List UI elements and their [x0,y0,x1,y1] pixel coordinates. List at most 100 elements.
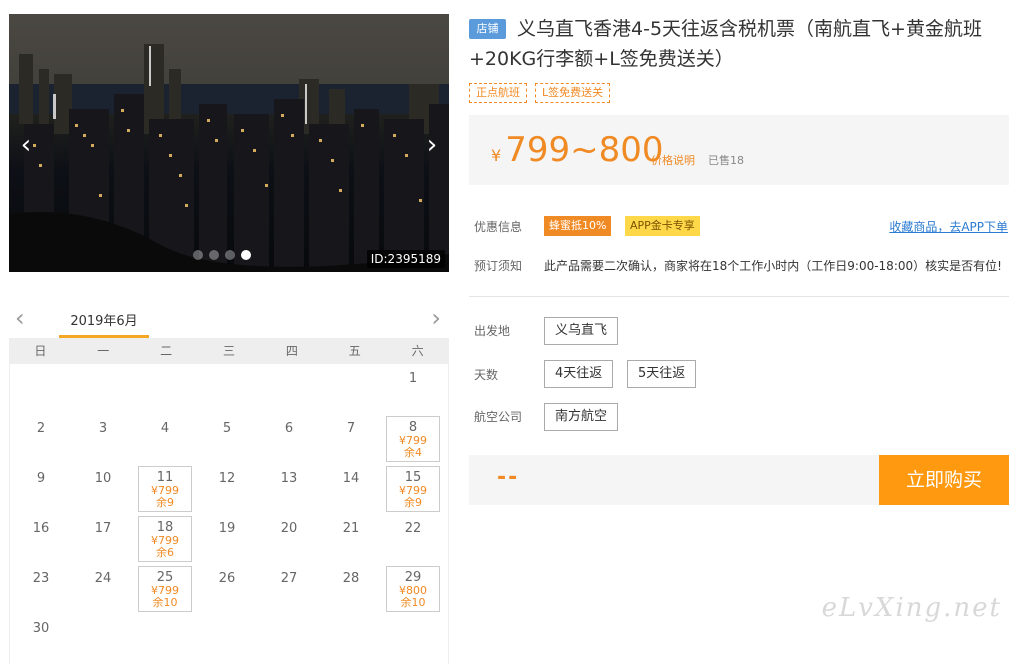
calendar-day-available[interactable]: 8 ¥799 余4 [386,416,440,462]
weekday-wed: 三 [222,344,235,358]
chevron-right-icon[interactable]: › [431,304,441,332]
departure-option[interactable]: 义乌直飞 [544,317,619,345]
chevron-left-icon[interactable]: ‹ [15,304,25,332]
calendar-empty-cell [72,364,134,414]
calendar-day-available[interactable]: 25 ¥799 余10 [138,566,192,612]
booking-notice: 此产品需要二次确认，商家将在18个工作小时内（工作日9:00-18:00）核实是… [544,259,1002,273]
day-number: 16 [32,521,50,536]
day-number: 28 [342,571,360,586]
weekday-sat: 六 [411,344,424,358]
days-option-4[interactable]: 4天往返 [544,360,614,388]
promo-badge-honey: 蜂蜜抵10% [544,216,612,236]
calendar-grid: 1 2 3 4 5 6 7 8 ¥799 余4 9 10 11 ¥799 余9 12 13 14 15 ¥799 余9 1… [9,364,449,664]
day-remaining: 余10 [152,596,178,609]
day-number: 10 [94,471,112,486]
day-number: 30 [32,621,50,636]
day-number: 4 [160,421,170,436]
day-number: 14 [342,471,360,486]
carousel-dot[interactable] [209,250,219,260]
calendar-day: 5 [196,414,258,464]
promo-label: 优惠信息 [474,220,523,234]
day-number [72,364,134,372]
calendar-month-tab[interactable]: 2019年6月 [59,310,149,329]
carousel-dot[interactable] [225,250,235,260]
buy-bar: -- 立即购买 [469,455,1009,505]
day-number: 5 [222,421,232,436]
day-number: 11 [156,470,174,485]
calendar-empty-cell [258,364,320,414]
carousel-dot[interactable] [193,250,203,260]
calendar-day-available[interactable]: 18 ¥799 余6 [138,516,192,562]
price-note-link[interactable]: 价格说明 [651,152,695,168]
calendar-day: 7 [320,414,382,464]
day-number [10,364,72,372]
calendar-day: 6 [258,414,320,464]
departure-label: 出发地 [474,324,511,338]
calendar-day: 24 [72,564,134,614]
day-number: 26 [218,571,236,586]
day-number: 19 [218,521,236,536]
calendar-day-available[interactable]: 15 ¥799 余9 [386,466,440,512]
calendar-day: 19 [196,514,258,564]
calendar-day: 28 [320,564,382,614]
day-number: 17 [94,521,112,536]
weekday-header: 日 一 二 三 四 五 六 [9,338,449,364]
airline-option[interactable]: 南方航空 [544,403,619,431]
day-remaining: 余9 [156,496,174,509]
sold-count: 已售18 [708,154,744,167]
day-number: 13 [280,471,298,486]
product-hero-image[interactable]: ‹ › ID:2395189 [9,14,449,272]
day-number: 9 [36,471,46,486]
day-number: 24 [94,571,112,586]
day-number: 23 [32,571,50,586]
day-number: 3 [98,421,108,436]
calendar-day: 13 [258,464,320,514]
weekday-tue: 二 [160,344,173,358]
day-number: 29 [404,570,422,585]
calendar-day: 9 [10,464,72,514]
promo-badge-app: APP金卡专享 [625,216,700,236]
calendar-day: 4 [134,414,196,464]
calendar-day: 10 [72,464,134,514]
day-number: 27 [280,571,298,586]
buy-now-button[interactable]: 立即购买 [879,455,1009,505]
product-tags: 正点航班 L签免费送关 [469,83,611,103]
day-number [134,364,196,372]
day-number [258,364,320,372]
calendar-empty-cell [10,364,72,414]
calendar-day: 30 [10,614,72,664]
carousel-dot-active[interactable] [241,250,251,260]
calendar-day-available[interactable]: 11 ¥799 余9 [138,466,192,512]
calendar-header: ‹ 2019年6月 › [9,300,449,338]
calendar-empty-cell [320,364,382,414]
calendar-day: 16 [10,514,72,564]
calendar-day: 26 [196,564,258,614]
tag-on-time: 正点航班 [469,83,527,103]
carousel-dots [193,250,251,260]
day-number: 21 [342,521,360,536]
calendar-day: 23 [10,564,72,614]
day-number: 22 [404,521,422,536]
currency-symbol: ¥ [491,146,502,165]
day-number: 8 [408,420,418,435]
calendar-day-available[interactable]: 29 ¥800 余10 [386,566,440,612]
calendar-day: 21 [320,514,382,564]
weekday-mon: 一 [97,344,110,358]
day-number: 2 [36,421,46,436]
price-value: 799~800 [505,130,664,170]
day-number [196,364,258,372]
day-number: 25 [156,570,174,585]
calendar-day: 17 [72,514,134,564]
date-calendar: ‹ 2019年6月 › 日 一 二 三 四 五 六 1 2 3 4 5 6 7 8 ¥799 余4… [9,300,449,664]
calendar-empty-cell [134,364,196,414]
day-remaining: 余10 [400,596,426,609]
days-option-5[interactable]: 5天往返 [627,360,697,388]
shop-tag[interactable]: 店铺 [469,19,506,39]
selected-price: -- [497,465,520,490]
price-panel: ¥ 799~800 价格说明 已售18 [469,115,1009,185]
chevron-right-icon[interactable]: › [421,132,443,158]
favorite-link[interactable]: 收藏商品，去APP下单 [889,218,1008,235]
chevron-left-icon[interactable]: ‹ [15,132,37,158]
day-number: 7 [346,421,356,436]
days-label: 天数 [474,368,499,382]
